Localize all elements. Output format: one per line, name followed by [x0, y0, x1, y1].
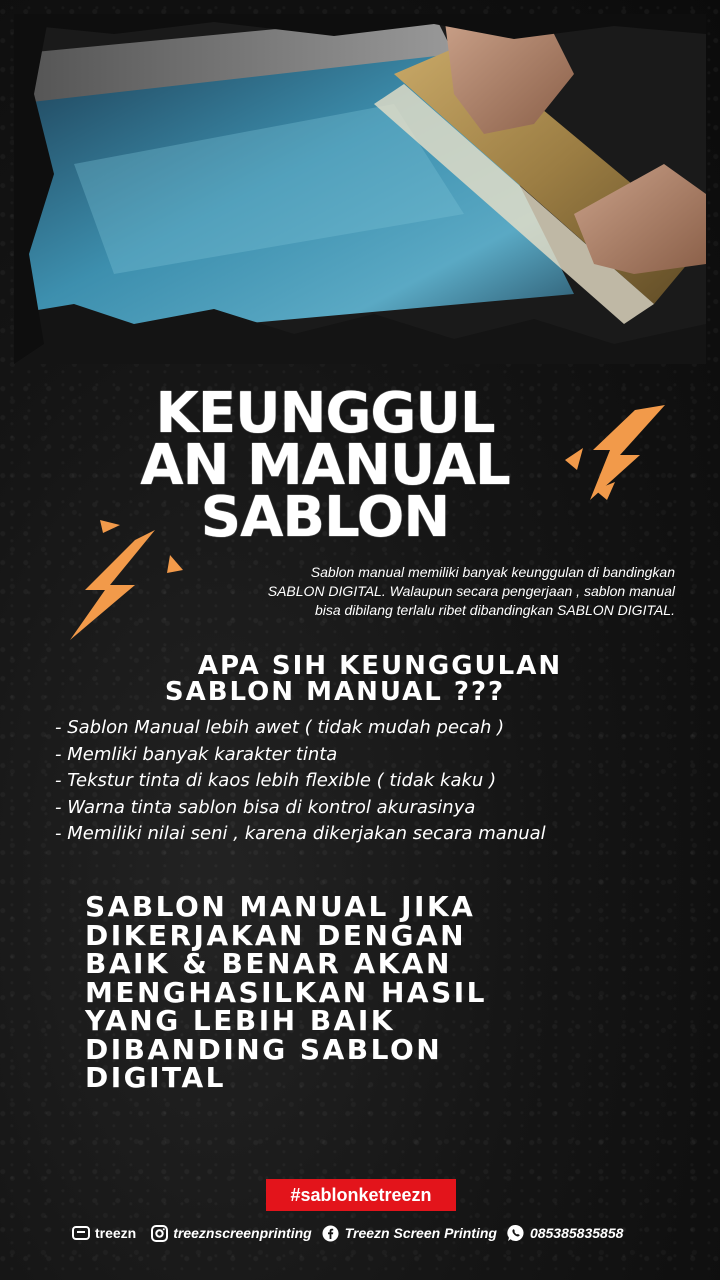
instagram-icon [150, 1224, 168, 1242]
question-line: APA SIH KEUNGGULAN [197, 651, 563, 681]
footer-contacts: treezn treeznscreenprinting Treezn Scree… [72, 1220, 712, 1246]
instagram-handle: treeznscreenprinting [173, 1225, 312, 1241]
intro-line: Sablon manual memiliki banyak keunggulan… [310, 564, 675, 580]
facebook-page: Treezn Screen Printing [344, 1225, 497, 1241]
facebook-link[interactable]: Treezn Screen Printing [322, 1224, 497, 1242]
treezn-logo-icon [72, 1224, 90, 1242]
closing-line: BAIK & BENAR AKAN [85, 947, 452, 980]
page-title: KEUNGGUL AN MANUAL SABLON [90, 386, 560, 550]
lightning-icon [565, 405, 665, 500]
whatsapp-link[interactable]: 085385835858 [507, 1224, 623, 1242]
intro-text: Sablon manual memiliki banyak keunggulan… [150, 563, 675, 620]
instagram-link[interactable]: treeznscreenprinting [150, 1224, 312, 1242]
question-line: SABLON MANUAL ??? [164, 677, 506, 707]
closing-line: SABLON MANUAL JIKA [85, 890, 476, 923]
closing-line: YANG LEBIH BAIK [85, 1004, 395, 1037]
closing-line: DIKERJAKAN DENGAN [85, 918, 467, 952]
closing-statement: SABLON MANUAL JIKA DIKERJAKAN DENGAN BAI… [85, 890, 675, 1094]
list-item: - Memliki banyak karakter tinta [55, 743, 338, 765]
list-item: - Warna tinta sablon bisa di kontrol aku… [55, 796, 476, 818]
benefits-list: - Sablon Manual lebih awet ( tidak mudah… [55, 715, 695, 848]
closing-line: DIGITAL [85, 1061, 226, 1094]
hero-photo [14, 14, 706, 364]
hashtag-badge: #sablonketreezn [266, 1179, 456, 1211]
facebook-icon [322, 1224, 340, 1242]
closing-line: MENGHASILKAN HASIL [85, 975, 488, 1009]
intro-line: bisa dibilang terlalu ribet dibandingkan… [314, 602, 675, 618]
list-item: - Tekstur tinta di kaos lebih flexible (… [55, 770, 497, 791]
closing-line: DIBANDING SABLON [85, 1032, 443, 1066]
list-item: - Memiliki nilai seni , karena dikerjaka… [55, 823, 546, 844]
question-heading: APA SIH KEUNGGULAN SABLON MANUAL ??? [100, 653, 660, 705]
list-item: - Sablon Manual lebih awet ( tidak mudah… [55, 717, 505, 738]
brand-name: treezn [95, 1225, 137, 1241]
brand-link[interactable]: treezn [72, 1224, 140, 1242]
whatsapp-icon [507, 1224, 525, 1242]
intro-line: SABLON DIGITAL. Walaupun secara pengerja… [267, 583, 675, 599]
poster: KEUNGGUL AN MANUAL SABLON Sablon manual … [0, 0, 720, 1280]
title-line: SABLON [200, 485, 451, 550]
whatsapp-number: 085385835858 [529, 1225, 624, 1241]
